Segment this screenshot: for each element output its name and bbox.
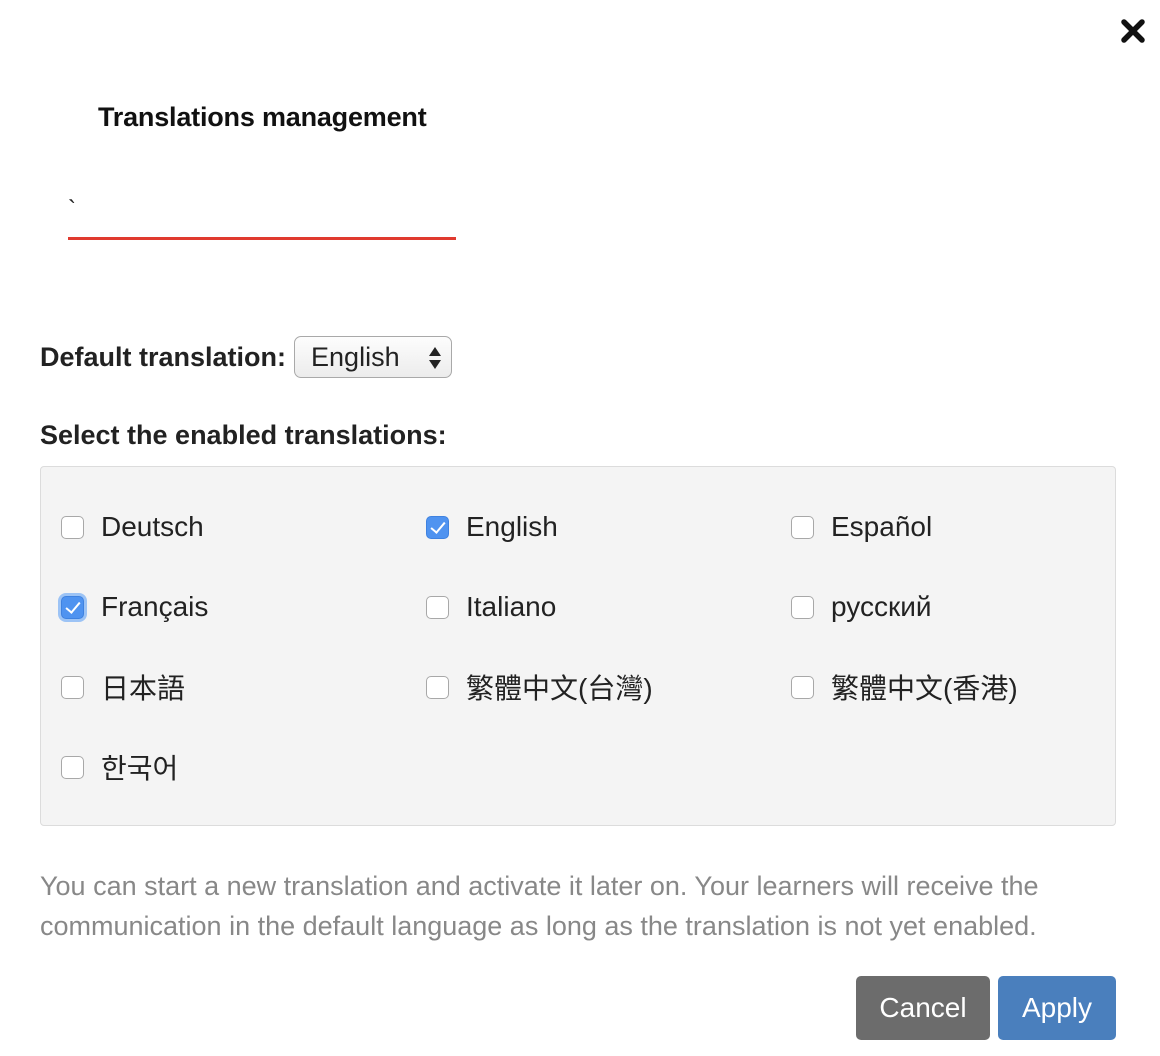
language-label: Français — [101, 591, 209, 622]
checkbox[interactable] — [426, 675, 449, 699]
language-label: 한국어 — [101, 753, 179, 784]
checkbox[interactable] — [61, 675, 84, 699]
checkbox-checked[interactable] — [61, 595, 84, 619]
language-option-deutsch[interactable]: Deutsch — [61, 507, 204, 547]
language-option-japanese[interactable]: 日本語 — [61, 667, 185, 707]
language-label: 日本語 — [101, 673, 186, 704]
default-translation-row: Default translation: English — [40, 336, 453, 378]
default-translation-select[interactable]: English — [294, 336, 453, 378]
checkbox[interactable] — [61, 755, 84, 779]
language-label: 繁體中文(台灣) — [466, 673, 653, 704]
help-text: You can start a new translation and acti… — [40, 871, 1039, 941]
language-option-korean[interactable]: 한국어 — [61, 747, 178, 787]
language-option-chinese-hongkong[interactable]: 繁體中文(香港) — [791, 667, 1018, 707]
language-checkbox-group: Deutsch English Español Français Italian… — [40, 466, 1116, 826]
language-label: русский — [831, 591, 932, 622]
language-option-espanol[interactable]: Español — [791, 507, 932, 547]
translations-dialog: Translations management Default translat… — [0, 0, 1160, 1056]
checkbox[interactable] — [791, 595, 814, 619]
language-option-chinese-taiwan[interactable]: 繁體中文(台灣) — [426, 667, 653, 707]
default-translation-value: English — [311, 341, 400, 372]
language-label: English — [466, 511, 558, 542]
cancel-button[interactable]: Cancel — [856, 976, 990, 1040]
language-option-russian[interactable]: русский — [791, 587, 931, 627]
language-label: Italiano — [466, 591, 557, 622]
close-x-icon — [1121, 19, 1145, 43]
dialog-title: Translations management — [98, 102, 427, 132]
language-option-francais[interactable]: Français — [61, 587, 208, 627]
language-label: Deutsch — [101, 511, 204, 542]
close-button[interactable] — [1116, 14, 1150, 48]
name-field-wrapper — [68, 190, 456, 240]
language-label: 繁體中文(香港) — [831, 673, 1018, 704]
checkbox-checked[interactable] — [426, 515, 449, 539]
language-option-english[interactable]: English — [426, 507, 558, 547]
checkbox[interactable] — [426, 595, 449, 619]
default-translation-label: Default translation: — [40, 341, 287, 372]
language-label: Español — [831, 511, 933, 542]
language-option-italiano[interactable]: Italiano — [426, 587, 556, 627]
checkbox[interactable] — [791, 515, 814, 539]
checkbox[interactable] — [791, 675, 814, 699]
checkbox[interactable] — [61, 515, 84, 539]
enabled-translations-label: Select the enabled translations: — [40, 420, 447, 450]
name-input[interactable] — [68, 190, 456, 237]
select-arrows-icon — [429, 347, 442, 369]
apply-button[interactable]: Apply — [998, 976, 1116, 1040]
